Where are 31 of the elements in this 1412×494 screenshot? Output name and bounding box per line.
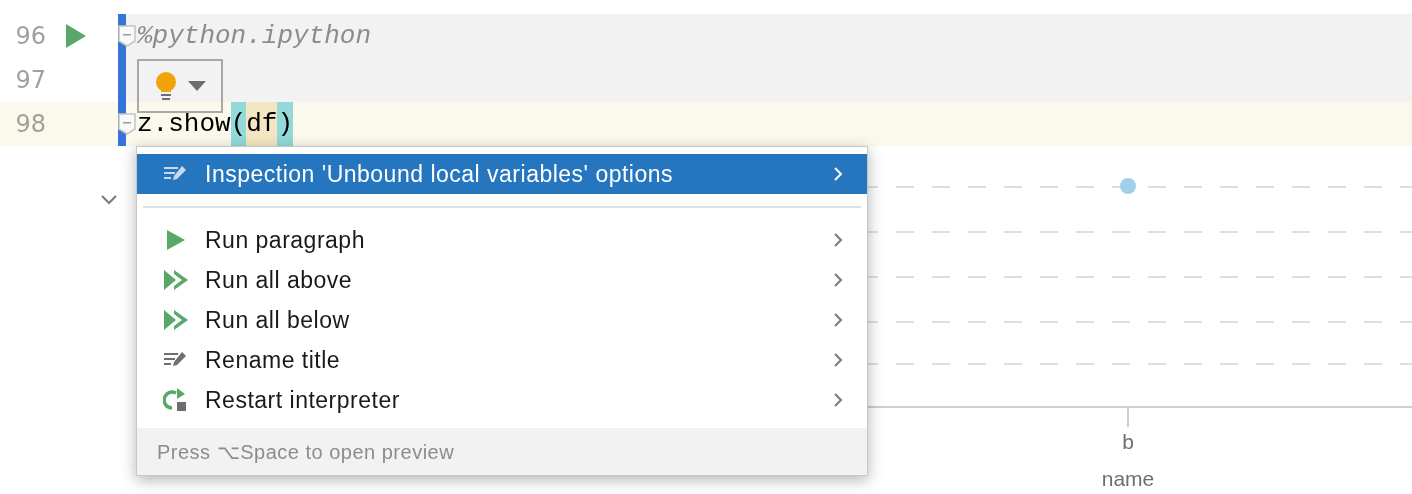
chevron-right-icon — [833, 392, 843, 408]
fold-marker-icon[interactable] — [118, 113, 136, 135]
chevron-right-icon — [833, 166, 843, 182]
chevron-right-icon — [833, 272, 843, 288]
menu-item[interactable]: Run all below — [137, 300, 867, 340]
fold-marker-icon[interactable] — [118, 25, 136, 47]
code-line: z.show(df) — [137, 102, 294, 146]
chevron-right-icon — [833, 232, 843, 248]
chevron-down-icon[interactable] — [100, 194, 118, 206]
menu-item[interactable]: Run paragraph — [137, 220, 867, 260]
axis-tick-label: b — [1121, 429, 1135, 455]
caret-icon — [188, 81, 206, 91]
menu-hint: Press ⌥Space to open preview — [157, 439, 455, 465]
double-play-icon — [163, 309, 189, 331]
menu-item[interactable]: Run all above — [137, 260, 867, 300]
chevron-right-icon — [833, 352, 843, 368]
line-number: 96 — [14, 21, 46, 52]
line-number: 97 — [14, 65, 46, 96]
lightbulb-icon — [154, 71, 178, 101]
chevron-right-icon — [833, 312, 843, 328]
restart-icon — [163, 387, 189, 413]
code-line: %python.ipython — [137, 20, 372, 53]
menu-item[interactable]: Inspection 'Unbound local variables' options — [137, 154, 867, 194]
menu-item[interactable]: Rename title — [137, 340, 867, 380]
run-icon[interactable] — [66, 24, 86, 48]
data-point — [1120, 178, 1136, 194]
menu-item[interactable]: Restart interpreter — [137, 380, 867, 420]
double-play-icon — [163, 269, 189, 291]
line-number: 98 — [14, 109, 46, 140]
intention-actions-button[interactable] — [137, 59, 223, 113]
axis-title: name — [1100, 466, 1156, 492]
